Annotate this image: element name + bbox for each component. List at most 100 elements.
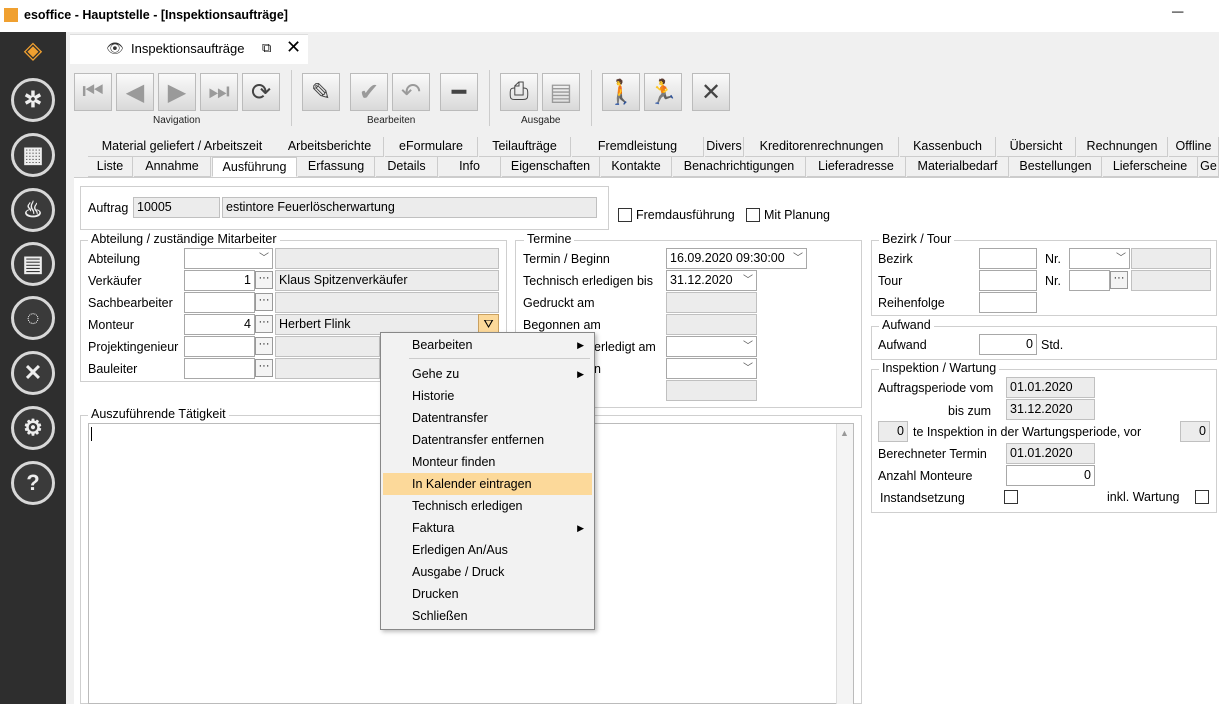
menu-item-ausgabe-druck[interactable]: Ausgabe / Druck	[383, 561, 592, 583]
projektingenieur-lookup-button[interactable]: ···	[255, 337, 273, 355]
menu-item-drucken[interactable]: Drucken	[383, 583, 592, 605]
tab-bestellungen[interactable]: Bestellungen	[1010, 157, 1102, 177]
termin-row6-picker[interactable]: ﹀	[666, 358, 757, 379]
alarm-light-icon[interactable]: ♨	[11, 188, 55, 232]
tab-lieferadresse[interactable]: Lieferadresse	[807, 157, 906, 177]
aufwand-field[interactable]: 0	[979, 334, 1037, 355]
menu-item-gehe-zu[interactable]: Gehe zu ▶	[383, 363, 592, 385]
verkaeufer-lookup-button[interactable]: ···	[255, 271, 273, 289]
save-button[interactable]: ✔	[350, 73, 388, 111]
sachbearbeiter-lookup-button[interactable]: ···	[255, 293, 273, 311]
verkaeufer-nr-field[interactable]: 1	[184, 270, 255, 291]
inkl-wartung-checkbox[interactable]	[1195, 490, 1209, 504]
menu-item-monteur-finden[interactable]: Monteur finden	[383, 451, 592, 473]
run-icon[interactable]: 🏃	[644, 73, 682, 111]
undo-button[interactable]: ↶	[392, 73, 430, 111]
menu-item-schließen[interactable]: Schließen	[383, 605, 592, 627]
next-record-button[interactable]: ▶	[158, 73, 196, 111]
termin-beginn-picker[interactable]: 16.09.2020 09:30:00 ﹀	[666, 248, 807, 269]
tab-übersicht[interactable]: Übersicht	[997, 137, 1076, 157]
tab-eformulare[interactable]: eFormulare	[385, 137, 478, 157]
tab-benachrichtigungen[interactable]: Benachrichtigungen	[673, 157, 806, 177]
tab-kontakte[interactable]: Kontakte	[601, 157, 672, 177]
menu-item-label: Erledigen An/Aus	[412, 543, 508, 557]
menu-item-datentransfer[interactable]: Datentransfer	[383, 407, 592, 429]
tab-annahme[interactable]: Annahme	[134, 157, 211, 177]
menu-item-bearbeiten[interactable]: Bearbeiten ▶	[383, 334, 592, 356]
last-record-button[interactable]: ⏭	[200, 73, 238, 111]
tab-materialbedarf[interactable]: Materialbedarf	[907, 157, 1009, 177]
mit-planung-checkbox[interactable]	[746, 208, 760, 222]
bauleiter-lookup-button[interactable]: ···	[255, 359, 273, 377]
tab-kassenbuch[interactable]: Kassenbuch	[900, 137, 996, 157]
inkl-wartung-label: inkl. Wartung	[1107, 490, 1180, 504]
tour-nr-field[interactable]	[1069, 270, 1110, 291]
menu-item-label: In Kalender eintragen	[412, 477, 532, 491]
print-button[interactable]: ⎙	[500, 73, 538, 111]
popout-icon[interactable]: ⧉	[262, 40, 271, 56]
monteur-lookup-button[interactable]: ···	[255, 315, 273, 333]
tour-field[interactable]	[979, 270, 1037, 291]
menu-item-historie[interactable]: Historie	[383, 385, 592, 407]
scroll-up-icon[interactable]: ▲	[840, 428, 849, 438]
help-icon[interactable]: ?	[11, 461, 55, 505]
tour-lookup-button[interactable]: ···	[1110, 271, 1128, 289]
tab-divers[interactable]: Divers	[705, 137, 744, 157]
tab-rechnungen[interactable]: Rechnungen	[1077, 137, 1168, 157]
tools-icon[interactable]: ✕	[11, 351, 55, 395]
technisch-erledigen-label: Technisch erledigen bis	[523, 274, 653, 288]
menu-item-faktura[interactable]: Faktura ▶	[383, 517, 592, 539]
walk-icon[interactable]: 🚶	[602, 73, 640, 111]
tab-kreditorenrechnungen[interactable]: Kreditorenrechnungen	[745, 137, 899, 157]
cash-icon[interactable]: ▤	[11, 242, 55, 286]
erledigt-am-picker[interactable]: ﹀	[666, 336, 757, 357]
cancel-button[interactable]: ✕	[692, 73, 730, 111]
sachbearbeiter-nr-field[interactable]	[184, 292, 255, 313]
fremdausfuehrung-checkbox[interactable]	[618, 208, 632, 222]
minimize-button[interactable]: ─	[1172, 4, 1183, 22]
tab-arbeitsberichte[interactable]: Arbeitsberichte	[276, 137, 384, 157]
steering-wheel-icon[interactable]: ✲	[11, 78, 55, 122]
bezirk-field[interactable]	[979, 248, 1037, 269]
bezirk-nr-dropdown[interactable]: ﹀	[1069, 248, 1130, 269]
previous-record-button[interactable]: ◀	[116, 73, 154, 111]
taetigkeit-group-title: Auszuführende Tätigkeit	[88, 407, 229, 421]
tab-erfassung[interactable]: Erfassung	[298, 157, 375, 177]
esoffice-logo-icon[interactable]: ◈	[20, 38, 46, 64]
monteur-nr-field[interactable]: 4	[184, 314, 255, 335]
tab-fremdleistung[interactable]: Fremdleistung	[572, 137, 704, 157]
technisch-erledigen-picker[interactable]: 31.12.2020 ﹀	[666, 270, 757, 291]
taetigkeit-scrollbar[interactable]	[836, 424, 853, 704]
instandsetzung-checkbox[interactable]	[1004, 490, 1018, 504]
first-record-button[interactable]: ⏮	[74, 73, 112, 111]
bauleiter-nr-field[interactable]	[184, 358, 255, 379]
edit-button[interactable]: ✎	[302, 73, 340, 111]
menu-item-technisch-erledigen[interactable]: Technisch erledigen	[383, 495, 592, 517]
tab-ausführung[interactable]: Ausführung	[212, 157, 297, 177]
tab-liste[interactable]: Liste	[88, 157, 133, 177]
reihenfolge-field[interactable]	[979, 292, 1037, 313]
menu-item-in-kalender-eintragen[interactable]: In Kalender eintragen	[383, 473, 592, 495]
close-tab-button[interactable]: ✕	[286, 37, 301, 58]
menu-item-erledigen-an-aus[interactable]: Erledigen An/Aus	[383, 539, 592, 561]
settings-gears-icon[interactable]: ⚙	[11, 406, 55, 450]
delete-button[interactable]: ━	[440, 73, 478, 111]
refresh-button[interactable]: ⟳	[242, 73, 280, 111]
export-button[interactable]: ▤	[542, 73, 580, 111]
tab-offline[interactable]: Offline	[1169, 137, 1219, 157]
tab-eigenschaften[interactable]: Eigenschaften	[502, 157, 600, 177]
anzahl-monteure-field[interactable]: 0	[1006, 465, 1095, 486]
tab-material-geliefert-arbeitszeit[interactable]: Material geliefert / Arbeitszeit	[88, 137, 277, 157]
tab-teilaufträge[interactable]: Teilaufträge	[479, 137, 571, 157]
headset-icon[interactable]: ◌	[11, 296, 55, 340]
projektingenieur-nr-field[interactable]	[184, 336, 255, 357]
menu-item-datentransfer-entfernen[interactable]: Datentransfer entfernen	[383, 429, 592, 451]
termine-group-title: Termine	[524, 232, 575, 246]
planning-board-icon[interactable]: ▦	[11, 133, 55, 177]
tab-details[interactable]: Details	[376, 157, 438, 177]
tab-lieferscheine[interactable]: Lieferscheine	[1103, 157, 1198, 177]
abteilung-dropdown[interactable]: ﹀	[184, 248, 273, 269]
tab-info[interactable]: Info	[439, 157, 501, 177]
tab-ge[interactable]: Ge	[1199, 157, 1219, 177]
inspektion-total-field: 0	[1180, 421, 1210, 442]
